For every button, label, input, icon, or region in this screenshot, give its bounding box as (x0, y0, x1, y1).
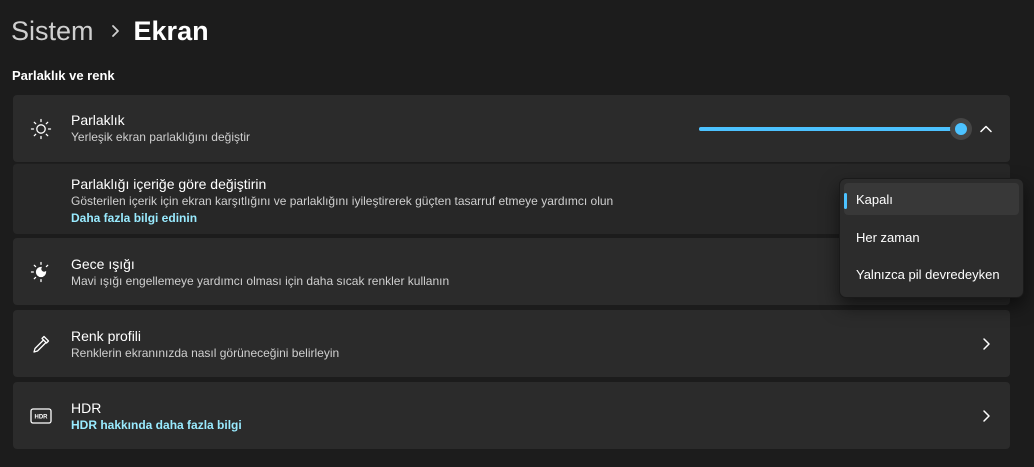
dropdown-option-always[interactable]: Her zaman (844, 221, 1019, 253)
hdr-card[interactable]: HDR HDR HDR hakkında daha fazla bilgi (13, 382, 1010, 449)
breadcrumb: Sistem Ekran (11, 12, 209, 50)
night-light-icon (29, 260, 53, 284)
chevron-up-icon[interactable] (974, 117, 998, 141)
dropdown-option-label: Yalnızca pil devredeyken (856, 266, 1000, 282)
brightness-card[interactable]: Parlaklık Yerleşik ekran parlaklığını de… (13, 95, 1010, 162)
hdr-learn-more-link[interactable]: HDR hakkında daha fazla bilgi (71, 417, 242, 434)
slider-thumb[interactable] (950, 118, 972, 140)
hdr-title: HDR (71, 400, 102, 416)
dropdown-option-label: Kapalı (856, 191, 893, 207)
svg-text:HDR: HDR (35, 414, 49, 420)
chevron-right-icon (102, 12, 130, 50)
eyedropper-icon (29, 332, 53, 356)
content-brightness-subtitle: Gösterilen içerik için ekran karşıtlığın… (71, 194, 614, 208)
chevron-right-icon[interactable] (974, 404, 998, 428)
settings-page: Sistem Ekran Parlaklık ve renk Parlaklık… (0, 0, 1034, 467)
breadcrumb-parent[interactable]: Sistem (11, 12, 94, 50)
color-profile-title: Renk profili (71, 328, 142, 344)
slider-fill (699, 127, 961, 131)
page-title: Ekran (133, 16, 209, 46)
hdr-icon: HDR (29, 404, 53, 428)
brightness-subtitle: Yerleşik ekran parlaklığını değiştir (71, 130, 250, 144)
chevron-right-icon[interactable] (974, 332, 998, 356)
dropdown-option-battery-only[interactable]: Yalnızca pil devredeyken (844, 258, 1019, 290)
selection-indicator (844, 193, 847, 209)
content-brightness-text: Parlaklığı içeriğe göre değiştirin Göste… (71, 175, 613, 227)
brightness-slider[interactable] (699, 118, 972, 140)
learn-more-link[interactable]: Daha fazla bilgi edinin (71, 210, 613, 227)
color-profile-text: Renk profili Renklerin ekranınızda nasıl… (71, 327, 339, 362)
brightness-title: Parlaklık (71, 112, 125, 128)
night-light-subtitle: Mavi ışığı engellemeye yardımcı olması i… (71, 274, 450, 288)
sun-icon (29, 117, 53, 141)
slider-thumb-dot (955, 123, 967, 135)
content-brightness-title: Parlaklığı içeriğe göre değiştirin (71, 176, 267, 192)
section-title: Parlaklık ve renk (12, 68, 115, 83)
night-light-text: Gece ışığı Mavi ışığı engellemeye yardım… (71, 255, 449, 290)
night-light-title: Gece ışığı (71, 256, 135, 272)
content-brightness-dropdown: Kapalı Her zaman Yalnızca pil devredeyke… (839, 178, 1024, 298)
dropdown-option-off[interactable]: Kapalı (844, 183, 1019, 215)
color-profile-card[interactable]: Renk profili Renklerin ekranınızda nasıl… (13, 310, 1010, 377)
hdr-text: HDR HDR hakkında daha fazla bilgi (71, 399, 242, 434)
brightness-text: Parlaklık Yerleşik ekran parlaklığını de… (71, 111, 250, 146)
dropdown-option-label: Her zaman (856, 229, 920, 245)
color-profile-subtitle: Renklerin ekranınızda nasıl görüneceğini… (71, 346, 340, 360)
